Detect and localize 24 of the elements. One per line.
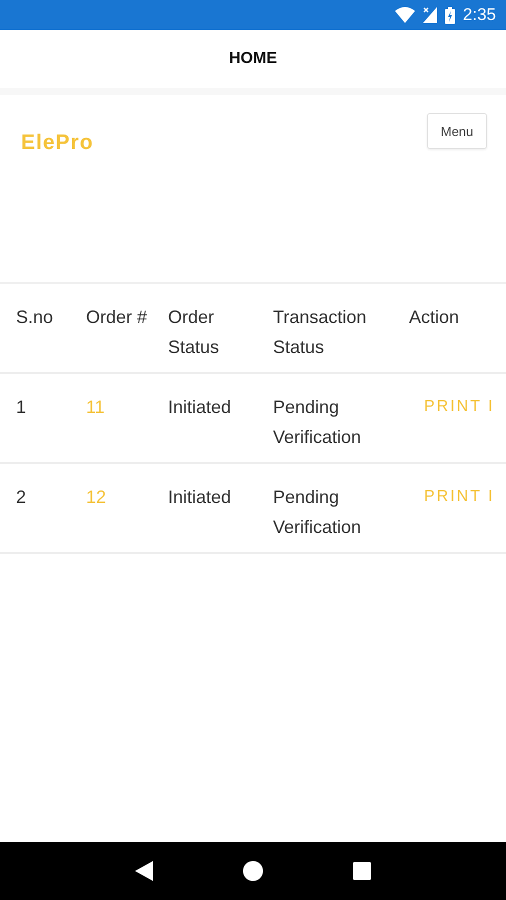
table-cell-text: Pending Verification xyxy=(273,486,362,539)
order-link[interactable]: 11 xyxy=(86,392,111,422)
status-time: 2:35 xyxy=(462,5,496,25)
table-cell-text: Initiated xyxy=(168,486,232,509)
order-link[interactable]: 12 xyxy=(86,482,112,512)
column-header: Order Status xyxy=(168,306,220,359)
print-button[interactable]: PRINT I xyxy=(424,398,495,416)
back-icon[interactable] xyxy=(135,861,153,881)
home-icon[interactable] xyxy=(243,861,263,881)
column-header: S.no xyxy=(16,306,54,329)
table-cell-text: Initiated xyxy=(168,396,232,419)
print-button[interactable]: PRINT I xyxy=(424,488,495,506)
table-cell-text: 1 xyxy=(16,396,28,419)
battery-icon xyxy=(444,6,455,24)
column-header: Transaction Status xyxy=(273,306,368,359)
wifi-icon xyxy=(394,7,415,23)
column-header: Order # xyxy=(86,306,148,329)
signal-icon xyxy=(422,7,437,23)
screen-title: HOME xyxy=(229,50,277,68)
table-cell-text: Pending Verification xyxy=(273,396,362,449)
table-cell-text: 2 xyxy=(16,486,28,509)
menu-button[interactable]: Menu xyxy=(427,113,487,149)
brand-logo: ElePro xyxy=(21,131,94,155)
column-header: Action xyxy=(409,306,460,329)
